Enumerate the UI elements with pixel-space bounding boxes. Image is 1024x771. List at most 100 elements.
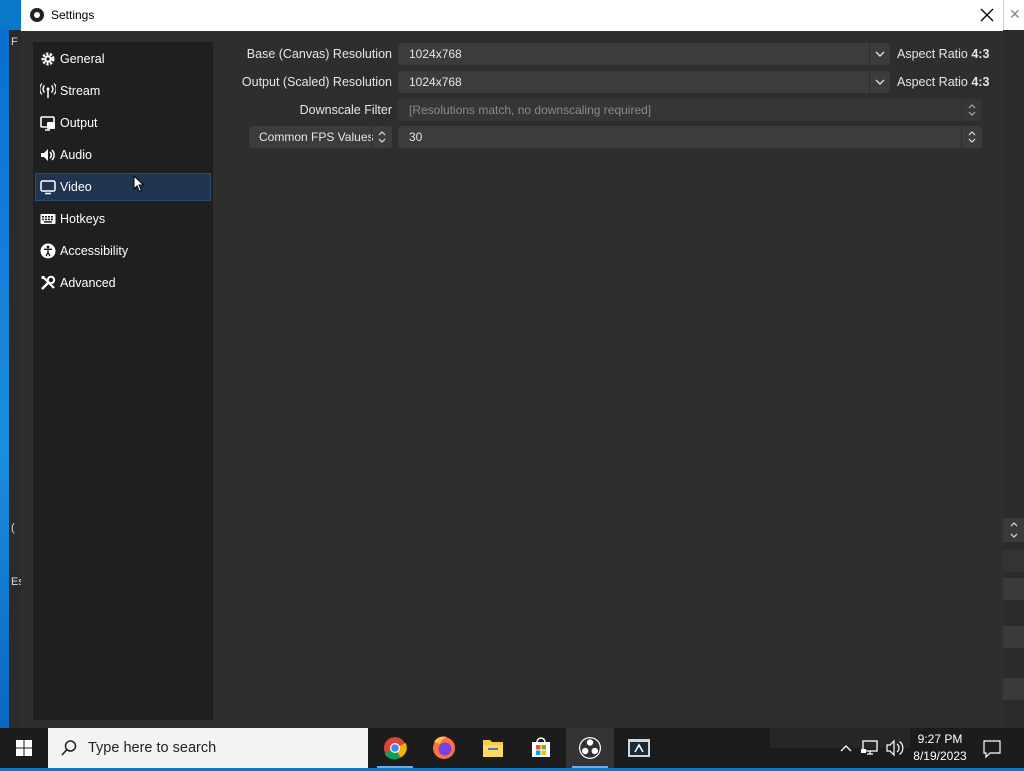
- tools-icon: [41, 275, 56, 290]
- sidebar-item-hotkeys[interactable]: Hotkeys: [35, 205, 211, 233]
- settings-titlebar: Settings: [21, 0, 1003, 31]
- sidebar-item-general[interactable]: General: [35, 45, 211, 73]
- updown-icon: [968, 131, 976, 143]
- obs-main-window-right-edge: [1003, 30, 1024, 728]
- sidebar-item-label: Stream: [60, 84, 101, 98]
- obs-main-text: (: [11, 522, 15, 534]
- sidebar-item-stream[interactable]: Stream: [35, 77, 211, 105]
- fps-type-combo[interactable]: Common FPS Values: [249, 126, 392, 148]
- sidebar-item-label: Video: [60, 180, 92, 194]
- obs-main-panel: [1003, 550, 1024, 572]
- sidebar-item-label: Advanced: [60, 276, 116, 290]
- chevron-down-icon: [875, 79, 885, 85]
- firefox-icon: [433, 736, 455, 759]
- output-resolution-dropdown-button[interactable]: [869, 71, 890, 93]
- terminal-app-icon: [628, 739, 650, 757]
- sidebar-item-label: Accessibility: [60, 244, 129, 258]
- obs-icon: [579, 737, 601, 759]
- windows-taskbar: Type here to search 9:27 PM 8/19/2023: [0, 728, 1024, 768]
- obs-main-close-button[interactable]: ✕: [1009, 6, 1021, 23]
- updown-icon: [378, 131, 386, 143]
- obs-main-panel: [1003, 578, 1024, 600]
- file-explorer-icon: [483, 740, 503, 757]
- notification-icon: [983, 740, 1001, 759]
- taskbar-terminal-app[interactable]: [615, 728, 663, 768]
- obs-main-panel: [1003, 626, 1024, 648]
- taskbar-obs[interactable]: [566, 728, 614, 768]
- obs-main-panel: [1003, 678, 1024, 700]
- sidebar-item-audio[interactable]: Audio: [35, 141, 211, 169]
- settings-sidebar: General Stream Output Audio Video Hotkey…: [33, 42, 213, 720]
- clock-date: 8/19/2023: [913, 749, 967, 763]
- aspect-ratio-value: 4:3: [971, 47, 990, 61]
- sidebar-item-advanced[interactable]: Advanced: [35, 269, 211, 297]
- gear-icon: [41, 52, 55, 66]
- taskbar-store[interactable]: [517, 728, 565, 768]
- action-center-button[interactable]: [980, 728, 1004, 768]
- sidebar-item-label: Output: [60, 116, 98, 130]
- speaker-icon: [41, 149, 55, 161]
- taskbar-firefox[interactable]: [420, 728, 468, 768]
- taskbar-search-box[interactable]: Type here to search: [48, 728, 368, 768]
- search-icon: [61, 740, 77, 756]
- window-title: Settings: [51, 8, 95, 22]
- store-icon: [532, 737, 550, 757]
- volume-icon: [886, 739, 904, 757]
- search-placeholder: Type here to search: [88, 740, 217, 756]
- base-resolution-label: Base (Canvas) Resolution: [246, 47, 392, 61]
- chevron-up-icon: [840, 745, 852, 752]
- sidebar-item-video[interactable]: Video: [35, 173, 211, 201]
- output-resolution-combo[interactable]: 1024x768: [398, 71, 890, 93]
- close-icon: [980, 8, 994, 22]
- obs-logo-icon: [30, 8, 44, 22]
- aspect-ratio-label: Aspect Ratio: [897, 47, 968, 61]
- show-hidden-icons-button[interactable]: [836, 728, 856, 768]
- sidebar-item-label: Hotkeys: [60, 212, 106, 226]
- keyboard-icon: [40, 214, 56, 224]
- base-resolution-combo[interactable]: 1024x768: [398, 43, 890, 65]
- output-icon: [40, 116, 55, 131]
- taskbar-file-explorer[interactable]: [469, 728, 517, 768]
- obs-main-text: F: [11, 36, 18, 48]
- output-resolution-label: Output (Scaled) Resolution: [241, 75, 392, 89]
- output-resolution-value: 1024x768: [409, 75, 462, 89]
- fps-value: 30: [409, 130, 423, 144]
- mouse-cursor-icon: [133, 175, 145, 193]
- downscale-filter-value: [Resolutions match, no downscaling requi…: [409, 103, 652, 117]
- downscale-filter-label: Downscale Filter: [299, 103, 392, 117]
- base-resolution-value: 1024x768: [409, 47, 462, 61]
- sidebar-item-accessibility[interactable]: Accessibility: [35, 237, 211, 265]
- taskbar-chrome[interactable]: [371, 728, 419, 768]
- chrome-icon: [384, 737, 407, 760]
- obs-main-titlebar-edge: ✕: [1003, 0, 1024, 30]
- sidebar-item-label: General: [60, 52, 105, 66]
- start-button[interactable]: [0, 728, 48, 768]
- desktop-background: [0, 30, 9, 728]
- accessibility-icon: [40, 243, 56, 259]
- chevron-down-icon: [875, 51, 885, 57]
- close-button[interactable]: [971, 0, 1003, 31]
- monitor-icon: [40, 180, 56, 195]
- antenna-icon: [40, 83, 56, 98]
- sidebar-item-output[interactable]: Output: [35, 109, 211, 137]
- volume-tray-button[interactable]: [884, 728, 906, 768]
- aspect-ratio-label: Aspect Ratio: [897, 75, 968, 89]
- fps-type-spin-button[interactable]: [371, 126, 392, 148]
- fps-value-spin-button[interactable]: [961, 126, 982, 148]
- fps-type-value: Common FPS Values: [259, 130, 374, 144]
- base-aspect-ratio: Aspect Ratio 4:3: [897, 47, 989, 61]
- output-aspect-ratio: Aspect Ratio 4:3: [897, 75, 989, 89]
- aspect-ratio-value: 4:3: [971, 75, 990, 89]
- network-tray-button[interactable]: [860, 728, 882, 768]
- obs-main-scroll-control[interactable]: [1003, 518, 1024, 542]
- downscale-filter-spin-button[interactable]: [961, 99, 982, 121]
- settings-dialog: Settings General Stream Output Audio Vid…: [21, 0, 1003, 728]
- windows-logo-icon: [16, 740, 32, 756]
- clock-time: 9:27 PM: [917, 732, 963, 746]
- base-resolution-dropdown-button[interactable]: [869, 43, 890, 65]
- sidebar-item-label: Audio: [60, 148, 92, 162]
- network-icon: [861, 740, 878, 755]
- fps-value-combo[interactable]: 30: [398, 126, 982, 148]
- downscale-filter-combo[interactable]: [Resolutions match, no downscaling requi…: [398, 99, 982, 121]
- taskbar-clock[interactable]: 9:27 PM 8/19/2023: [905, 731, 975, 765]
